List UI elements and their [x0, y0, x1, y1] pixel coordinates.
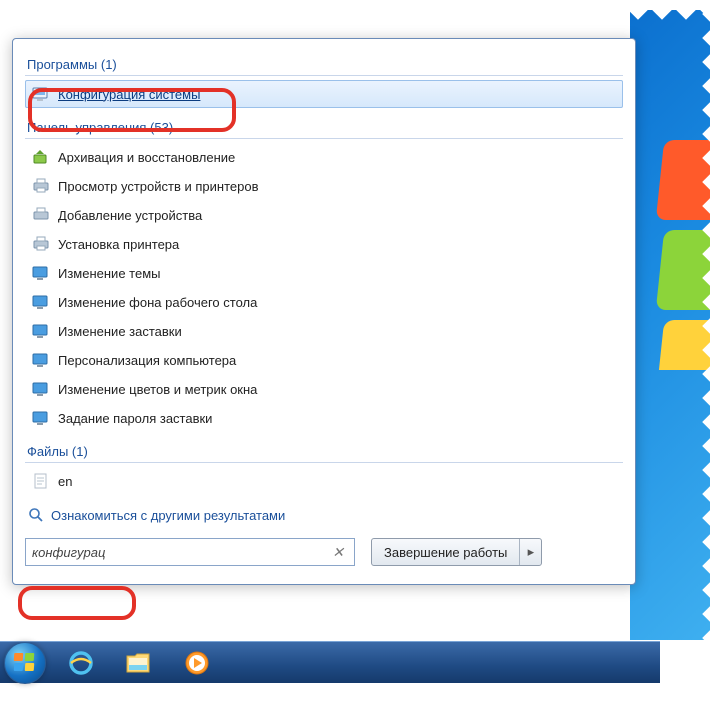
printer-icon	[32, 177, 50, 195]
backup-icon	[32, 148, 50, 166]
shutdown-button[interactable]: Завершение работы ▸	[371, 538, 542, 566]
result-label: Изменение темы	[58, 266, 160, 281]
taskbar-item-wmp[interactable]	[170, 645, 224, 681]
textfile-icon	[32, 472, 50, 490]
taskbar-item-explorer[interactable]	[112, 645, 166, 681]
result-label: Установка принтера	[58, 237, 179, 252]
result-file-en[interactable]: en	[25, 467, 623, 495]
media-player-icon	[183, 649, 211, 677]
display-icon	[32, 351, 50, 369]
see-more-label: Ознакомиться с другими результатами	[51, 508, 285, 523]
shutdown-menu-arrow[interactable]: ▸	[519, 539, 541, 565]
clear-search-icon[interactable]: ✕	[328, 544, 348, 561]
torn-edge	[710, 0, 720, 680]
result-label: Изменение заставки	[58, 324, 182, 339]
device-icon	[32, 206, 50, 224]
result-system-configuration[interactable]: Конфигурация системы	[25, 80, 623, 108]
result-label: Персонализация компьютера	[58, 353, 236, 368]
result-label: Архивация и восстановление	[58, 150, 235, 165]
result-install-printer[interactable]: Установка принтера	[25, 230, 623, 258]
printer-icon	[32, 235, 50, 253]
torn-edge	[0, 0, 720, 10]
display-icon	[32, 409, 50, 427]
category-header-control-panel: Панель управления (53)	[25, 116, 623, 139]
category-header-programs: Программы (1)	[25, 53, 623, 76]
ie-icon	[67, 649, 95, 677]
result-screensaver-password[interactable]: Задание пароля заставки	[25, 404, 623, 432]
search-icon	[27, 506, 45, 524]
display-icon	[32, 322, 50, 340]
result-label: Добавление устройства	[58, 208, 202, 223]
result-add-device[interactable]: Добавление устройства	[25, 201, 623, 229]
result-personalize[interactable]: Персонализация компьютера	[25, 346, 623, 374]
shutdown-label: Завершение работы	[372, 539, 519, 565]
result-change-theme[interactable]: Изменение темы	[25, 259, 623, 287]
torn-edge	[0, 693, 720, 713]
search-input[interactable]: конфигурац ✕	[25, 538, 355, 566]
taskbar	[0, 641, 660, 683]
result-label: Задание пароля заставки	[58, 411, 212, 426]
result-label: Изменение фона рабочего стола	[58, 295, 257, 310]
category-header-files: Файлы (1)	[25, 440, 623, 463]
display-icon	[32, 380, 50, 398]
result-window-colors[interactable]: Изменение цветов и метрик окна	[25, 375, 623, 403]
start-button[interactable]	[4, 642, 46, 684]
see-more-results[interactable]: Ознакомиться с другими результатами	[25, 496, 623, 538]
folder-icon	[125, 650, 153, 676]
result-label: Изменение цветов и метрик окна	[58, 382, 257, 397]
result-label: Просмотр устройств и принтеров	[58, 179, 258, 194]
display-icon	[32, 264, 50, 282]
result-change-screensaver[interactable]: Изменение заставки	[25, 317, 623, 345]
msconfig-icon	[32, 85, 50, 103]
display-icon	[32, 293, 50, 311]
windows-logo-icon	[14, 653, 36, 673]
result-label: en	[58, 474, 72, 489]
result-backup-restore[interactable]: Архивация и восстановление	[25, 143, 623, 171]
result-devices-printers[interactable]: Просмотр устройств и принтеров	[25, 172, 623, 200]
search-value: конфигурац	[32, 545, 328, 560]
result-change-wallpaper[interactable]: Изменение фона рабочего стола	[25, 288, 623, 316]
annotation-highlight-bottom	[18, 586, 136, 620]
result-label: Конфигурация системы	[58, 87, 200, 102]
taskbar-item-ie[interactable]	[54, 645, 108, 681]
start-menu-search-results: Программы (1) Конфигурация системы Панел…	[12, 38, 636, 585]
